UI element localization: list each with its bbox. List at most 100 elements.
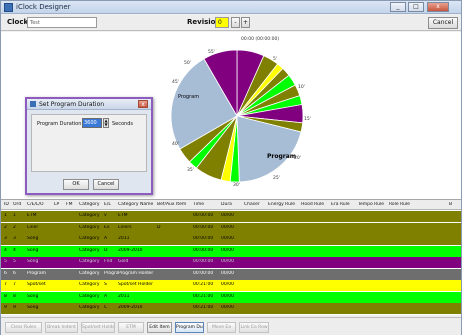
table-cell[interactable]: 6 [4,271,13,276]
table-cell[interactable]: 5 [13,259,27,264]
table-cell[interactable]: 1 [13,213,27,218]
table-cell[interactable]: Song [27,236,54,241]
grid-header-cell[interactable]: Era Rule [331,202,358,207]
grid-header-cell[interactable]: Dura [221,202,244,207]
table-row[interactable]: 3 3 Song Category A 2011 00:00:00 00/00 [1,234,461,245]
table-cell[interactable]: ETM [118,213,157,218]
table-cell[interactable]: 00:00:00 [193,213,221,218]
grid-header-cell[interactable]: E/L [104,202,118,207]
dialog-close-button[interactable]: x [138,100,148,108]
table-cell[interactable]: Category [79,248,104,253]
grid-header-cell[interactable]: Chaser [244,202,268,207]
table-cell[interactable]: Liners [118,225,157,230]
table-cell[interactable]: C [104,305,118,310]
table-cell[interactable]: Category [79,282,104,287]
bottom-button-0[interactable]: Clear Rules [5,322,42,333]
table-cell[interactable]: 2 [13,225,27,230]
close-window-button[interactable]: x [427,2,449,12]
table-cell[interactable]: Song [27,259,54,264]
cancel-button[interactable]: Cancel [428,17,458,29]
table-cell[interactable]: 00/00 [221,213,244,218]
grid-header-cell[interactable]: Time [193,202,221,207]
table-cell[interactable]: A [104,236,118,241]
table-cell[interactable]: Category [79,305,104,310]
table-cell[interactable]: Liner [27,225,54,230]
table-cell[interactable]: 3 [13,236,27,241]
table-cell[interactable]: 1 [4,213,13,218]
table-cell[interactable]: Fnd [104,259,118,264]
table-cell[interactable]: Song [27,294,54,299]
table-cell[interactable]: D [157,225,176,230]
table-cell[interactable]: 00/00 [221,236,244,241]
grid-header-cell[interactable]: Tempo Rule [358,202,389,207]
table-cell[interactable]: 00/00 [221,225,244,230]
grid-header-cell[interactable]: B [449,202,459,207]
table-cell[interactable]: Song [27,305,54,310]
table-cell[interactable]: Category [79,236,104,241]
table-cell[interactable]: 5 [4,259,13,264]
grid-header-cell[interactable]: LP [54,202,66,207]
grid-header-cell[interactable]: Item [176,202,193,207]
table-row[interactable]: 66ProgramCategoryProgramProgram Holder00… [1,268,461,280]
table-cell[interactable]: 00/00 [221,271,244,276]
table-cell[interactable]: 00/00 [221,259,244,264]
table-cell[interactable]: 8 [4,294,13,299]
table-cell[interactable]: v [104,213,118,218]
bottom-button-1[interactable]: Break Indent [45,322,78,333]
table-cell[interactable]: 2011 [118,294,157,299]
grid-header-cell[interactable]: C/E/L/O [27,202,54,207]
maximize-button[interactable]: □ [408,2,424,12]
table-cell[interactable]: Song [27,248,54,253]
table-cell[interactable]: Gold [118,259,157,264]
table-cell[interactable]: Category [79,225,104,230]
table-cell[interactable]: 2009-2010 [118,305,157,310]
table-row[interactable]: 5 5 Song Category Fnd Gold 00:00:00 00/00 [1,257,461,268]
grid-header-cell[interactable]: FM [66,202,79,207]
table-cell[interactable]: 00:21:00 [193,282,221,287]
table-cell[interactable]: 2011 [118,236,157,241]
bottom-button-7[interactable]: Link Ea Row [239,322,269,333]
table-cell[interactable]: 6 [13,271,27,276]
table-cell[interactable]: Spot/set [27,282,54,287]
revision-input[interactable]: 0 [215,17,229,28]
table-cell[interactable]: 9 [13,305,27,310]
table-cell[interactable]: S [104,282,118,287]
table-cell[interactable]: 7 [13,282,27,287]
table-cell[interactable]: Program [27,271,54,276]
grid-header-cell[interactable]: Ord [13,202,27,207]
table-row[interactable]: 1 1 ETM Category v ETM 00:00:00 00/00 [1,211,461,222]
table-cell[interactable]: 00:00:00 [193,236,221,241]
table-cell[interactable]: A [104,294,118,299]
grid-header-cell[interactable]: Category [79,202,104,207]
table-cell[interactable]: 4 [13,248,27,253]
table-cell[interactable]: 2009-2010 [118,248,157,253]
table-cell[interactable]: Program [104,271,118,276]
table-cell[interactable]: 3 [4,236,13,241]
bottom-button-4[interactable]: Edit Item [147,322,172,333]
program-duration-spinner[interactable]: ▲ ▼ [103,118,109,128]
minimize-button[interactable]: _ [390,2,406,12]
table-cell[interactable]: 4 [4,248,13,253]
table-cell[interactable]: 8 [13,294,27,299]
grid-header-cell[interactable]: Bef/Aux [157,202,176,207]
bottom-button-5[interactable]: Program Dur [175,322,204,333]
table-cell[interactable]: Category [79,294,104,299]
table-cell[interactable]: 00:00:00 [193,271,221,276]
table-row[interactable]: 8 8 Song Category A 2011 00:21:00 00/00 [1,291,461,303]
table-cell[interactable]: 00:00:00 [193,259,221,264]
dialog-ok-button[interactable]: OK [63,179,89,190]
table-cell[interactable]: ETM [27,213,54,218]
table-cell[interactable]: 7 [4,282,13,287]
grid-header-cell[interactable]: Role Rule [389,202,429,207]
table-cell[interactable]: 00/00 [221,248,244,253]
table-cell[interactable]: Program Holder [118,271,157,276]
table-cell[interactable]: Category [79,259,104,264]
bottom-button-3[interactable]: ETM [118,322,144,333]
table-cell[interactable]: 00/00 [221,294,244,299]
bottom-button-6[interactable]: Move Ea [207,322,236,333]
table-row[interactable]: 2 2 Liner Category Ex Liners D 00:00:00 00/00 [1,222,461,234]
table-cell[interactable]: 2 [4,225,13,230]
table-cell[interactable]: 00/00 [221,282,244,287]
table-cell[interactable]: 00:21:00 [193,294,221,299]
table-cell[interactable]: 00/00 [221,305,244,310]
